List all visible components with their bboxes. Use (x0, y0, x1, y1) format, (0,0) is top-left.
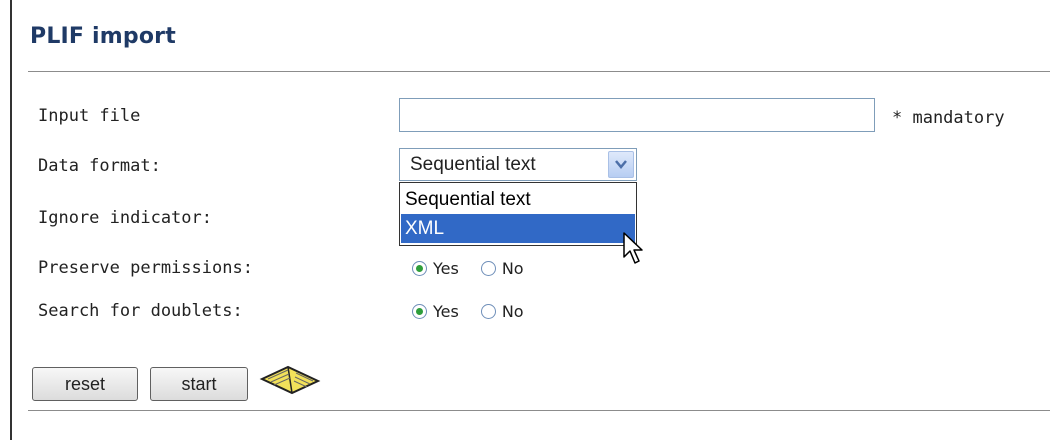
search-doublets-yes-label: Yes (433, 302, 459, 321)
mandatory-hint: * mandatory (892, 108, 1005, 128)
ignore-indicator-label: Ignore indicator: (38, 208, 212, 228)
data-format-label: Data format: (38, 156, 161, 176)
chevron-down-icon[interactable] (608, 151, 634, 178)
search-doublets-no-label: No (501, 302, 524, 321)
left-border (10, 0, 12, 440)
data-format-select[interactable]: Sequential text (399, 148, 637, 181)
data-format-value: Sequential text (410, 154, 536, 175)
reset-button[interactable]: reset (32, 367, 138, 401)
page-title: PLIF import (30, 24, 176, 49)
input-file-field[interactable] (399, 98, 875, 132)
search-doublets-yes-radio[interactable] (412, 304, 427, 319)
input-file-label: Input file (38, 106, 141, 126)
option-sequential-text[interactable]: Sequential text (401, 185, 635, 214)
mouse-pointer-icon (623, 232, 643, 264)
bottom-divider (28, 410, 1050, 411)
option-xml[interactable]: XML (401, 214, 635, 243)
search-doublets-no-radio[interactable] (480, 304, 496, 319)
preserve-permissions-label: Preserve permissions: (38, 258, 253, 278)
preserve-permissions-no-radio[interactable] (480, 261, 496, 276)
data-format-dropdown: Sequential text XML (399, 182, 637, 246)
start-button[interactable]: start (150, 367, 248, 401)
book-icon[interactable] (258, 361, 322, 397)
preserve-permissions-yes-label: Yes (433, 259, 459, 278)
top-divider (28, 71, 1050, 72)
preserve-permissions-no-label: No (501, 259, 524, 278)
preserve-permissions-radios: Yes No (412, 259, 524, 278)
search-doublets-radios: Yes No (412, 302, 524, 321)
search-doublets-label: Search for doublets: (38, 301, 243, 321)
preserve-permissions-yes-radio[interactable] (412, 261, 427, 276)
